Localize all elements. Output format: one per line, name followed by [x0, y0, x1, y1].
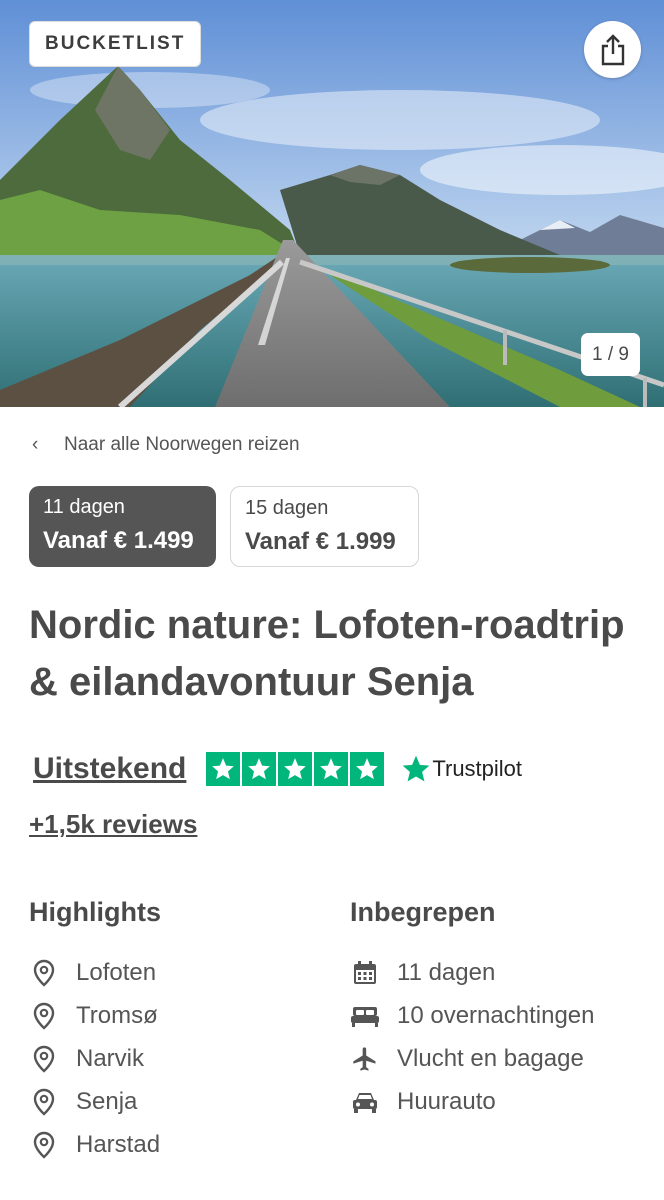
location-pin-icon: [29, 1001, 59, 1031]
star-icon: [314, 752, 349, 786]
star-icon: [206, 752, 241, 786]
location-pin-icon: [29, 958, 59, 988]
included-item: Huurauto: [350, 1080, 594, 1123]
share-icon: [601, 33, 624, 65]
option-15-days[interactable]: 15 dagen Vanaf € 1.999: [230, 486, 419, 567]
highlight-item: Senja: [29, 1080, 161, 1123]
bed-icon: [350, 1001, 380, 1031]
included-section: Inbegrepen 11 dagen 10 overnachtingen Vl…: [350, 893, 594, 1123]
highlight-label: Lofoten: [76, 958, 157, 986]
included-label: 10 overnachtingen: [397, 1001, 595, 1029]
included-heading: Inbegrepen: [350, 897, 496, 927]
car-icon: [350, 1087, 380, 1117]
highlights-heading: Highlights: [29, 897, 161, 927]
share-button[interactable]: [584, 21, 641, 78]
highlight-label: Tromsø: [76, 1001, 158, 1029]
option-11-days[interactable]: 11 dagen Vanaf € 1.499: [29, 486, 216, 567]
trustpilot-label: Trustpilot: [432, 756, 523, 781]
option-price: Vanaf € 1.499: [43, 527, 194, 554]
included-item: 11 dagen: [350, 951, 594, 994]
option-price: Vanaf € 1.999: [245, 528, 396, 555]
star-icon: [242, 752, 277, 786]
reviews-link[interactable]: +1,5k reviews: [29, 809, 197, 840]
included-item: Vlucht en bagage: [350, 1037, 594, 1080]
included-item: 10 overnachtingen: [350, 994, 594, 1037]
bucketlist-badge: BUCKETLIST: [29, 21, 202, 67]
page-title: Nordic nature: Lofoten-roadtrip & eiland…: [29, 603, 625, 704]
calendar-icon: [350, 958, 380, 988]
included-label: Vlucht en bagage: [397, 1044, 584, 1072]
highlight-item: Lofoten: [29, 951, 161, 994]
trustpilot-logo: Trustpilot: [400, 753, 522, 785]
highlight-label: Senja: [76, 1087, 138, 1115]
duration-options: 11 dagen Vanaf € 1.499 15 dagen Vanaf € …: [29, 486, 419, 567]
included-label: Huurauto: [397, 1087, 496, 1115]
airplane-icon: [350, 1044, 380, 1074]
rating-stars: [206, 752, 385, 786]
location-pin-icon: [29, 1130, 59, 1160]
highlights-section: Highlights Lofoten Tromsø Narvik Senja H…: [29, 893, 161, 1166]
rating-label[interactable]: Uitstekend: [33, 752, 186, 786]
rating-row: Uitstekend Trustpilot: [33, 752, 522, 786]
chevron-left-icon: ‹: [32, 434, 39, 455]
highlight-item: Harstad: [29, 1123, 161, 1166]
highlight-label: Narvik: [76, 1044, 145, 1072]
star-icon: [278, 752, 313, 786]
back-link-label: Naar alle Noorwegen reizen: [64, 434, 300, 455]
option-days: 11 dagen: [43, 496, 125, 518]
trustpilot-star-icon: [403, 755, 430, 782]
location-pin-icon: [29, 1044, 59, 1074]
star-icon: [350, 752, 385, 786]
back-link[interactable]: ‹ Naar alle Noorwegen reizen: [32, 434, 300, 456]
highlight-item: Tromsø: [29, 994, 161, 1037]
option-days: 15 dagen: [245, 497, 329, 519]
highlight-item: Narvik: [29, 1037, 161, 1080]
image-counter: 1 / 9: [581, 333, 640, 376]
highlight-label: Harstad: [76, 1130, 161, 1158]
location-pin-icon: [29, 1087, 59, 1117]
hero-image[interactable]: BUCKETLIST 1 / 9: [0, 0, 664, 407]
included-label: 11 dagen: [397, 958, 496, 986]
